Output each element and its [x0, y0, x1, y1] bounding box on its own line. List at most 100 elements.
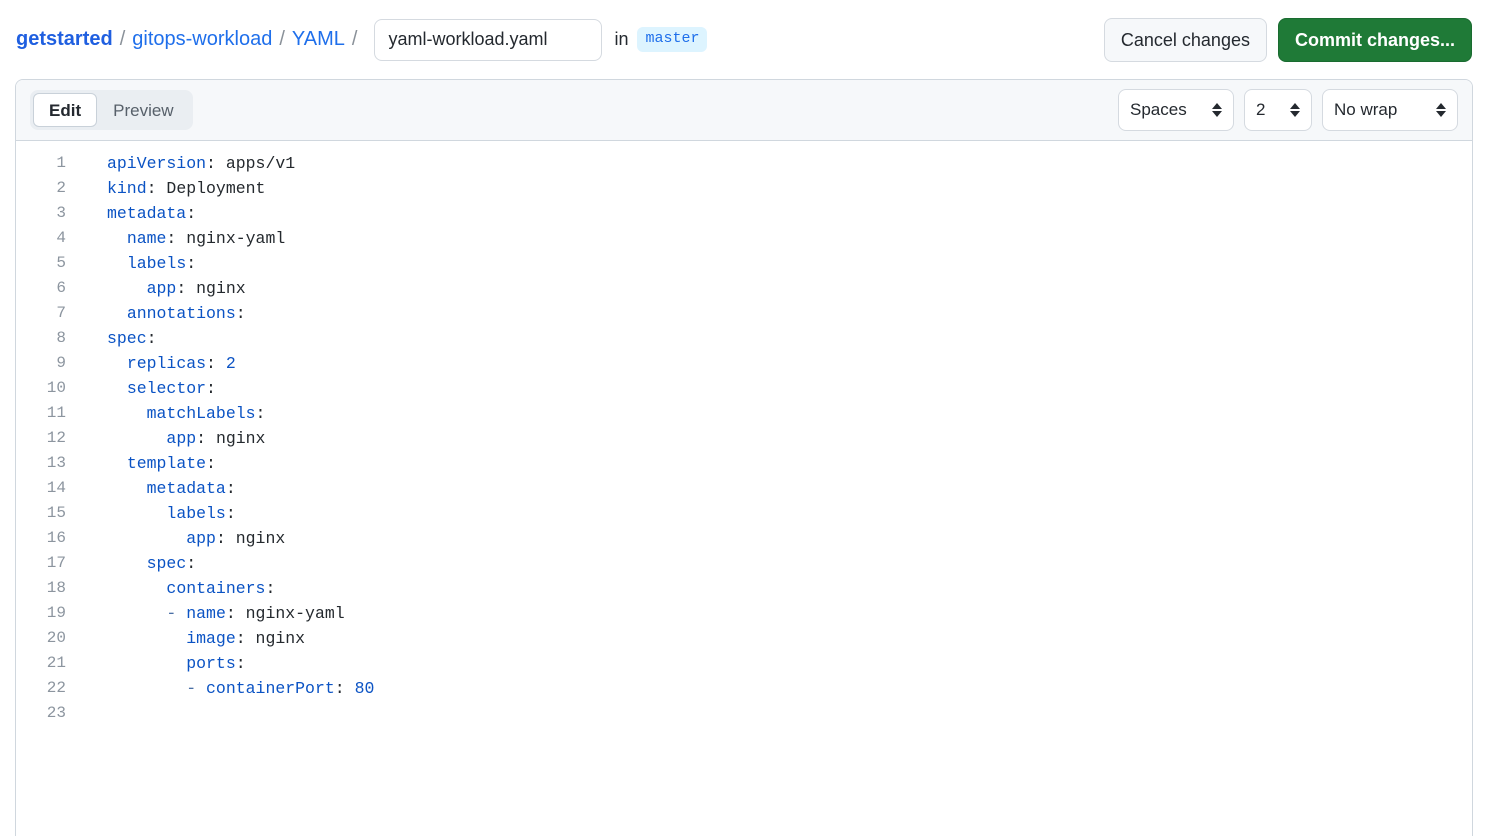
- indent-size-select[interactable]: 2: [1244, 89, 1312, 131]
- code-line: 2 kind: Deployment: [16, 176, 1472, 201]
- file-editor-page: getstarted / gitops-workload / YAML / in…: [0, 0, 1488, 836]
- line-number: 2: [56, 179, 66, 197]
- line-number: 4: [56, 229, 66, 247]
- code-text: annotations:: [126, 304, 246, 323]
- breadcrumb: getstarted / gitops-workload / YAML /: [16, 28, 364, 51]
- breadcrumb-folder-link[interactable]: YAML: [292, 28, 345, 51]
- code-line: 21 ports:: [16, 651, 1472, 676]
- line-number: 17: [46, 554, 66, 572]
- code-text: app: nginx: [166, 429, 266, 448]
- code-text: - name: nginx-yaml: [166, 604, 345, 623]
- code-text: apiVersion: apps/v1: [107, 154, 296, 173]
- commit-changes-button[interactable]: Commit changes...: [1277, 17, 1472, 62]
- header-actions: Cancel changes Commit changes...: [1103, 17, 1472, 62]
- code-text: kind: Deployment: [107, 179, 266, 198]
- code-text: matchLabels:: [146, 404, 266, 423]
- chevron-updown-icon: [1290, 103, 1300, 117]
- tab-edit[interactable]: Edit: [33, 93, 98, 127]
- line-number: 18: [46, 579, 66, 597]
- line-number: 16: [46, 529, 66, 547]
- code-line: 6 app: nginx: [16, 276, 1472, 301]
- code-text: app: nginx: [186, 529, 286, 548]
- chevron-updown-icon: [1212, 103, 1222, 117]
- code-line: 13 template:: [16, 451, 1472, 476]
- line-number: 13: [46, 454, 66, 472]
- line-number: 23: [46, 704, 66, 722]
- line-number: 20: [46, 629, 66, 647]
- line-number: 21: [46, 654, 66, 672]
- breadcrumb-owner-link[interactable]: getstarted: [16, 28, 113, 51]
- code-line: 15 labels:: [16, 501, 1472, 526]
- wrap-mode-value: No wrap: [1334, 100, 1398, 119]
- editor-frame: Edit Preview Spaces 2 No wrap 1 apiVersi…: [15, 79, 1473, 836]
- code-text: - containerPort: 80: [186, 679, 375, 698]
- page-header: getstarted / gitops-workload / YAML / in…: [0, 0, 1488, 79]
- line-number: 11: [46, 404, 66, 422]
- line-number: 3: [56, 204, 66, 222]
- code-text: metadata:: [146, 479, 236, 498]
- wrap-mode-select[interactable]: No wrap: [1322, 89, 1458, 131]
- code-line: 18 containers:: [16, 576, 1472, 601]
- line-number: 14: [46, 479, 66, 497]
- code-text: template:: [126, 454, 216, 473]
- code-text: labels:: [166, 504, 236, 523]
- code-text: spec:: [146, 554, 197, 573]
- line-number: 12: [46, 429, 66, 447]
- code-editor[interactable]: 1 apiVersion: apps/v1 2 kind: Deployment 3 me…: [16, 141, 1472, 836]
- code-line: 11 matchLabels:: [16, 401, 1472, 426]
- code-line: 5 labels:: [16, 251, 1472, 276]
- line-number: 6: [56, 279, 66, 297]
- line-number: 10: [46, 379, 66, 397]
- code-text: replicas: 2: [126, 354, 236, 373]
- code-line: 4 name: nginx-yaml: [16, 226, 1472, 251]
- line-number: 15: [46, 504, 66, 522]
- line-number: 9: [56, 354, 66, 372]
- code-text: app: nginx: [146, 279, 246, 298]
- code-line: 20 image: nginx: [16, 626, 1472, 651]
- cancel-changes-button[interactable]: Cancel changes: [1103, 17, 1267, 62]
- line-number: 1: [56, 154, 66, 172]
- code-text: containers:: [166, 579, 276, 598]
- breadcrumb-separator-2: /: [279, 28, 285, 50]
- code-text: image: nginx: [186, 629, 306, 648]
- chevron-updown-icon: [1436, 103, 1446, 117]
- code-line: 19 - name: nginx-yaml: [16, 601, 1472, 626]
- edit-preview-tabs: Edit Preview: [30, 90, 193, 130]
- breadcrumb-separator-1: /: [119, 28, 126, 50]
- code-line: 8 spec:: [16, 326, 1472, 351]
- breadcrumb-separator-3: /: [351, 28, 358, 50]
- code-line: 17 spec:: [16, 551, 1472, 576]
- code-line: 16 app: nginx: [16, 526, 1472, 551]
- code-line: 12 app: nginx: [16, 426, 1472, 451]
- line-number: 5: [56, 254, 66, 272]
- code-line: 10 selector:: [16, 376, 1472, 401]
- indent-mode-select[interactable]: Spaces: [1118, 89, 1234, 131]
- indent-mode-value: Spaces: [1130, 100, 1187, 119]
- line-number: 7: [56, 304, 66, 322]
- code-text: spec:: [107, 329, 157, 348]
- code-line: 3 metadata:: [16, 201, 1472, 226]
- line-number: 19: [46, 604, 66, 622]
- code-text: labels:: [126, 254, 197, 273]
- editor-toolbar: Edit Preview Spaces 2 No wrap: [16, 80, 1472, 141]
- tab-preview[interactable]: Preview: [97, 93, 189, 127]
- code-text: ports:: [186, 654, 246, 673]
- code-text: selector:: [126, 379, 216, 398]
- breadcrumb-repo-link[interactable]: gitops-workload: [132, 28, 272, 51]
- editor-settings: Spaces 2 No wrap: [1118, 89, 1458, 131]
- branch-badge: master: [637, 27, 708, 52]
- code-line: 9 replicas: 2: [16, 351, 1472, 376]
- code-line: 1 apiVersion: apps/v1: [16, 151, 1472, 176]
- indent-size-value: 2: [1256, 100, 1266, 119]
- code-line: 22 - containerPort: 80: [16, 676, 1472, 701]
- code-text: metadata:: [107, 204, 197, 223]
- code-line: 14 metadata:: [16, 476, 1472, 501]
- line-number: 22: [46, 679, 66, 697]
- code-line: 7 annotations:: [16, 301, 1472, 326]
- line-number: 8: [56, 329, 66, 347]
- code-line: 23: [16, 701, 1472, 726]
- in-label: in: [614, 29, 629, 49]
- filename-input[interactable]: [374, 18, 603, 61]
- code-text: name: nginx-yaml: [126, 229, 286, 248]
